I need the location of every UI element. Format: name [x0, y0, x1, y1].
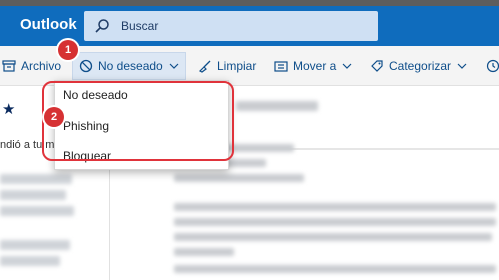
window-strip	[0, 0, 499, 6]
archive-icon	[2, 60, 16, 72]
callout-badge-1: 1	[58, 40, 78, 60]
sweep-button[interactable]: Limpiar	[198, 52, 256, 80]
snooze-button[interactable]	[486, 52, 499, 80]
chevron-down-icon	[169, 63, 179, 69]
highlight-frame	[42, 81, 234, 161]
app-title[interactable]: Outlook	[20, 16, 77, 33]
archive-label: Archivo	[21, 59, 62, 73]
archive-button[interactable]: Archivo	[2, 52, 61, 80]
block-icon	[79, 59, 93, 73]
move-to-button[interactable]: Mover a	[274, 52, 352, 80]
categorize-button[interactable]: Categorizar	[370, 52, 467, 80]
sweep-label: Limpiar	[217, 59, 257, 73]
search-icon	[95, 19, 109, 33]
junk-button[interactable]: No deseado	[72, 52, 186, 80]
broom-icon	[198, 60, 211, 73]
move-to-label: Mover a	[293, 59, 337, 73]
folder-move-icon	[274, 61, 288, 72]
message-subject	[236, 101, 318, 111]
categorize-label: Categorizar	[389, 59, 452, 73]
search-input[interactable]: Buscar	[121, 19, 158, 33]
star-icon[interactable]: ★	[2, 100, 15, 118]
callout-badge-2: 2	[44, 107, 64, 127]
app-header: Outlook Buscar	[0, 0, 499, 46]
clock-icon	[486, 59, 499, 73]
search-box[interactable]: Buscar	[84, 11, 378, 41]
chevron-down-icon	[342, 63, 352, 69]
recipient-line	[174, 174, 304, 182]
tag-icon	[371, 60, 383, 72]
chevron-down-icon	[457, 63, 467, 69]
junk-label: No deseado	[98, 59, 163, 73]
